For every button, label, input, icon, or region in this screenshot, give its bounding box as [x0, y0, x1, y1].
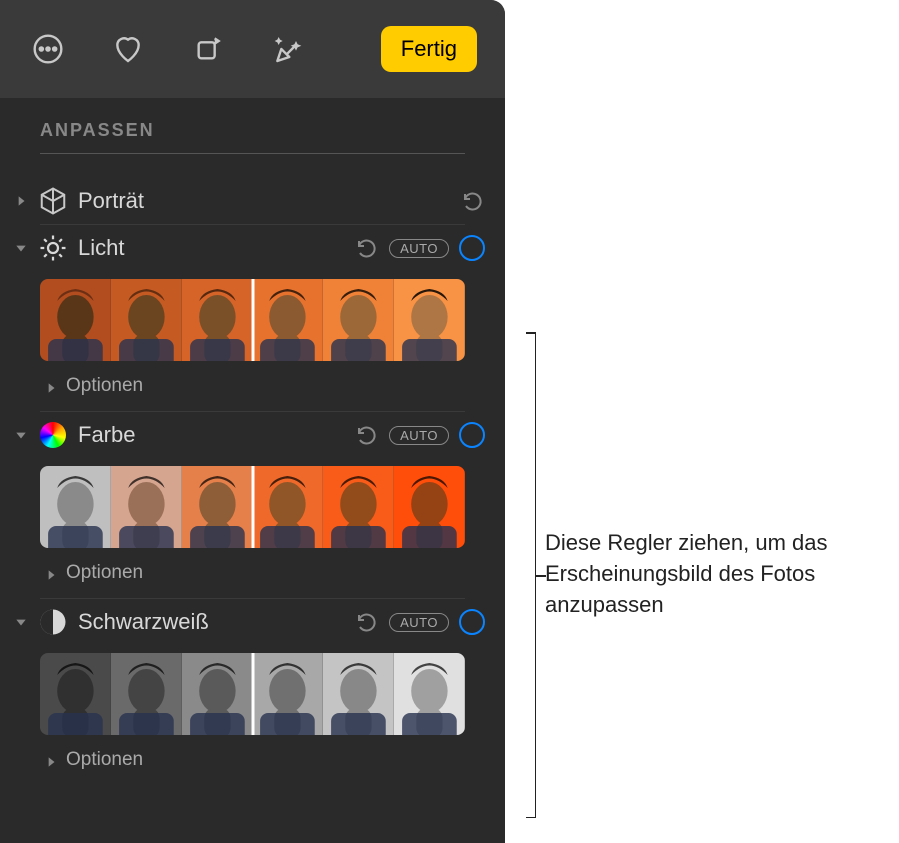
chevron-right-icon[interactable] [44, 753, 58, 767]
color-toggle[interactable] [459, 422, 485, 448]
slider-thumb [111, 279, 182, 361]
bw-options-row[interactable]: Optionen [0, 743, 505, 775]
slider-marker[interactable] [251, 279, 254, 361]
options-label: Optionen [66, 749, 143, 771]
light-row[interactable]: Licht AUTO [0, 225, 505, 271]
slider-thumb [252, 653, 323, 735]
favorite-button[interactable] [108, 29, 148, 69]
bw-toggle[interactable] [459, 609, 485, 635]
rotate-button[interactable] [188, 29, 228, 69]
color-slider[interactable] [40, 466, 465, 548]
color-icon [38, 420, 68, 450]
slider-thumb [323, 466, 394, 548]
toolbar: Fertig [0, 0, 505, 98]
more-button[interactable] [28, 29, 68, 69]
bw-slider[interactable] [40, 653, 465, 735]
color-options-row[interactable]: Optionen [0, 556, 505, 598]
slider-thumb [111, 466, 182, 548]
reset-bw-button[interactable] [355, 610, 379, 634]
slider-thumb [252, 279, 323, 361]
light-toggle[interactable] [459, 235, 485, 261]
portrait-label: Porträt [78, 188, 451, 214]
annotation-text: Diese Regler ziehen, um das Erscheinungs… [545, 528, 875, 620]
auto-bw-button[interactable]: AUTO [389, 613, 449, 632]
slider-thumb [323, 279, 394, 361]
slider-thumb [182, 653, 253, 735]
slider-thumb [252, 466, 323, 548]
slider-marker[interactable] [251, 653, 254, 735]
light-label: Licht [78, 235, 345, 261]
chevron-down-icon[interactable] [14, 241, 28, 255]
done-button[interactable]: Fertig [381, 26, 477, 72]
portrait-row[interactable]: Porträt [0, 178, 505, 224]
color-row[interactable]: Farbe AUTO [0, 412, 505, 458]
slider-thumb [182, 279, 253, 361]
reset-color-button[interactable] [355, 423, 379, 447]
color-label: Farbe [78, 422, 345, 448]
auto-color-button[interactable]: AUTO [389, 426, 449, 445]
slider-thumb [40, 653, 111, 735]
bw-label: Schwarzweiß [78, 609, 345, 635]
adjust-panel: Fertig ANPASSEN Porträt Licht AUTO [0, 0, 505, 843]
auto-light-button[interactable]: AUTO [389, 239, 449, 258]
slider-thumb [111, 653, 182, 735]
slider-thumb [394, 279, 465, 361]
chevron-right-icon[interactable] [44, 379, 58, 393]
section-title: ANPASSEN [0, 98, 505, 153]
slider-marker[interactable] [251, 466, 254, 548]
annotation-bracket [518, 332, 536, 818]
slider-thumb [323, 653, 394, 735]
light-slider[interactable] [40, 279, 465, 361]
chevron-right-icon[interactable] [44, 566, 58, 580]
light-options-row[interactable]: Optionen [0, 369, 505, 411]
slider-thumb [394, 466, 465, 548]
enhance-button[interactable] [268, 29, 308, 69]
slider-thumb [40, 466, 111, 548]
slider-thumb [394, 653, 465, 735]
reset-light-button[interactable] [355, 236, 379, 260]
chevron-down-icon[interactable] [14, 615, 28, 629]
slider-thumb [182, 466, 253, 548]
chevron-down-icon[interactable] [14, 428, 28, 442]
chevron-right-icon[interactable] [14, 194, 28, 208]
cube-icon [38, 186, 68, 216]
bw-icon [38, 607, 68, 637]
light-icon [38, 233, 68, 263]
divider [40, 153, 465, 154]
options-label: Optionen [66, 375, 143, 397]
options-label: Optionen [66, 562, 143, 584]
reset-portrait-button[interactable] [461, 189, 485, 213]
bw-row[interactable]: Schwarzweiß AUTO [0, 599, 505, 645]
slider-thumb [40, 279, 111, 361]
